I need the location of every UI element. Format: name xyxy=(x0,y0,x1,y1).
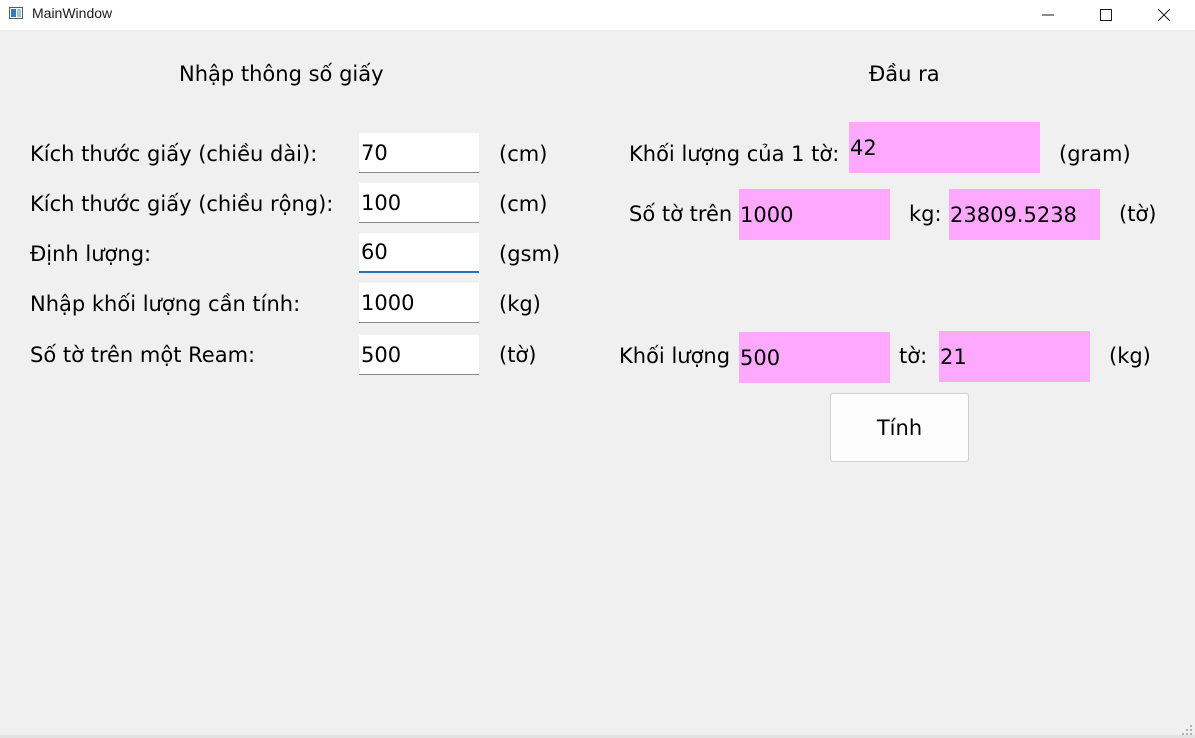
sheets-per-ream-unit: (tờ) xyxy=(499,343,537,367)
paper-length-unit: (cm) xyxy=(499,142,548,166)
title-bar: MainWindow xyxy=(0,0,1195,30)
sheets-per-kg-amount-output: 1000 xyxy=(739,189,890,240)
paper-length-label: Kích thước giấy (chiều dài): xyxy=(30,142,318,166)
weight-of-sheets-sheets-label: tờ: xyxy=(899,344,928,368)
output-section-heading: Đầu ra xyxy=(869,62,940,86)
sheet-weight-output: 42 xyxy=(849,122,1040,173)
sheets-per-ream-input[interactable]: 500 xyxy=(359,335,479,375)
minimize-button[interactable] xyxy=(1019,0,1077,30)
resize-grip-icon[interactable] xyxy=(1182,725,1192,735)
target-weight-label: Nhập khối lượng cần tính: xyxy=(30,292,301,316)
grammage-unit: (gsm) xyxy=(499,242,561,266)
paper-width-label: Kích thước giấy (chiều rộng): xyxy=(30,192,334,216)
sheets-per-kg-output: 23809.5238 xyxy=(949,189,1100,240)
sheets-per-kg-unit: (tờ) xyxy=(1119,202,1157,226)
paper-width-input[interactable]: 100 xyxy=(359,183,479,223)
weight-of-sheets-unit: (kg) xyxy=(1109,344,1151,368)
sheet-weight-label: Khối lượng của 1 tờ: xyxy=(629,142,840,166)
paper-width-unit: (cm) xyxy=(499,192,548,216)
compute-button[interactable]: Tính xyxy=(830,393,969,462)
window-title: MainWindow xyxy=(32,5,113,21)
close-button[interactable] xyxy=(1135,0,1193,30)
grammage-label: Định lượng: xyxy=(30,242,152,266)
weight-of-sheets-count-output: 500 xyxy=(739,332,890,383)
weight-of-sheets-output: 21 xyxy=(939,331,1090,382)
sheets-per-ream-label: Số tờ trên một Ream: xyxy=(30,343,256,367)
sheets-per-kg-label: Số tờ trên xyxy=(629,202,733,226)
sheets-per-kg-kg-label: kg: xyxy=(909,202,942,226)
sheet-weight-unit: (gram) xyxy=(1059,142,1131,166)
grammage-input[interactable]: 60 xyxy=(359,233,479,273)
minimize-icon xyxy=(1042,14,1054,16)
paper-length-input[interactable]: 70 xyxy=(359,133,479,173)
close-icon xyxy=(1158,9,1170,21)
maximize-icon xyxy=(1100,9,1112,21)
maximize-button[interactable] xyxy=(1077,0,1135,30)
weight-of-sheets-label: Khối lượng xyxy=(619,344,731,368)
input-section-heading: Nhập thông số giấy xyxy=(179,62,384,86)
target-weight-input[interactable]: 1000 xyxy=(359,283,479,323)
target-weight-unit: (kg) xyxy=(499,292,541,316)
app-window-icon xyxy=(9,7,23,19)
